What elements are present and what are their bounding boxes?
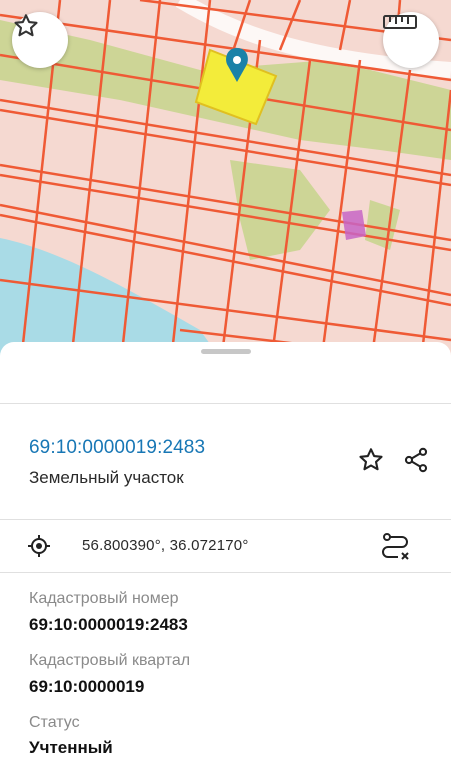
app-screen: 69:10:0000019:2483 Земельный участок 56.… xyxy=(0,0,451,768)
detail-label-cadastral-quarter: Кадастровый квартал xyxy=(29,652,191,669)
share-icon xyxy=(404,447,428,473)
vegetation-area-right xyxy=(365,200,400,250)
crosshair-icon xyxy=(28,535,50,557)
star-outline-icon xyxy=(14,14,38,37)
detail-value-cadastral-quarter: 69:10:0000019 xyxy=(29,677,145,696)
coordinates-row[interactable]: 56.800390°, 36.072170° xyxy=(0,520,451,573)
building xyxy=(342,210,366,240)
route-icon xyxy=(382,533,409,560)
ruler-icon xyxy=(383,15,417,29)
map-canvas[interactable] xyxy=(0,0,451,372)
detail-label-cadastral-number: Кадастровый номер xyxy=(29,590,179,607)
object-type: Земельный участок xyxy=(29,468,184,487)
favorite-button[interactable] xyxy=(353,442,389,478)
cadastral-number-link[interactable]: 69:10:0000019:2483 xyxy=(29,437,205,459)
ruler-button[interactable] xyxy=(383,12,439,68)
map-favorite-button[interactable] xyxy=(12,12,68,68)
detail-label-status: Статус xyxy=(29,714,80,731)
detail-value-status: Учтенный xyxy=(29,738,113,757)
map-view[interactable] xyxy=(0,0,451,372)
coordinates-text[interactable]: 56.800390°, 36.072170° xyxy=(82,537,249,554)
object-bottom-sheet: 69:10:0000019:2483 Земельный участок 56.… xyxy=(0,342,451,768)
object-header: 69:10:0000019:2483 Земельный участок xyxy=(0,403,451,520)
route-button[interactable] xyxy=(378,530,412,564)
share-button[interactable] xyxy=(398,442,434,478)
star-outline-icon xyxy=(359,448,383,471)
vegetation-area-mid xyxy=(230,160,330,260)
sheet-grabber[interactable] xyxy=(201,349,251,354)
detail-value-cadastral-number: 69:10:0000019:2483 xyxy=(29,615,188,634)
